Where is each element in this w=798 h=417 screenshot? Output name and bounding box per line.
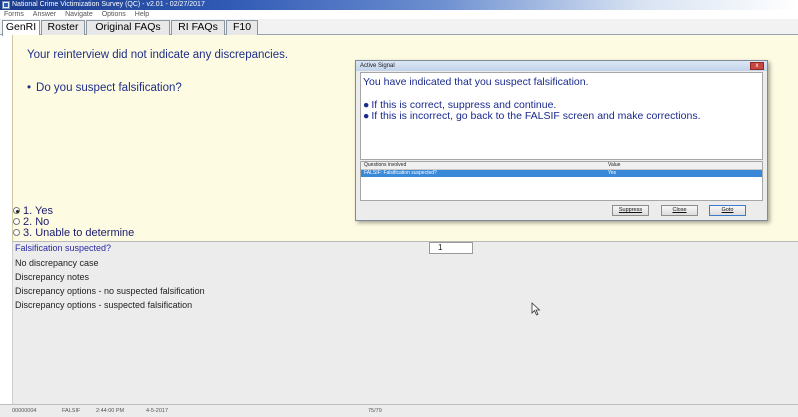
bullet-text: If this is incorrect, go back to the FAL… (371, 110, 701, 122)
menu-answer[interactable]: Answer (33, 11, 56, 18)
radio-icon[interactable] (13, 229, 20, 236)
goto-button[interactable]: Goto (709, 205, 746, 216)
menu-forms[interactable]: Forms (4, 11, 24, 18)
dialog-title: Active Signal (360, 63, 395, 69)
bullet-icon: ● (363, 110, 370, 122)
status-bar: 00000004 FALSIF 2:44:00 PM 4-5-2017 75/7… (0, 404, 798, 417)
dialog-bullet-goback: ● If this is incorrect, go back to the FA… (363, 110, 701, 122)
question-text: • Do you suspect falsification? (27, 82, 182, 94)
question-bullet: • (27, 82, 32, 94)
grid-header-questions: Questions involved (364, 162, 407, 168)
answer-option-unable[interactable]: 3. Unable to determine (13, 228, 134, 239)
window-title-bar: National Crime Victimization Survey (QC)… (0, 0, 798, 10)
grid-cell-question: FALSIF: Falsification suspected? (364, 170, 437, 176)
status-date: 4-5-2017 (146, 408, 169, 414)
suppress-button[interactable]: Suppress (612, 205, 649, 216)
grid-header-value: Value (608, 162, 621, 168)
radio-selected-icon[interactable] (13, 207, 20, 214)
field-label: Falsification suspected? (15, 243, 112, 253)
grid-cell-value: Yes (608, 170, 617, 176)
status-case-id: 00000004 (12, 408, 37, 414)
dialog-message-area: You have indicated that you suspect fals… (360, 72, 763, 160)
tab-strip: GenRI Roster Original FAQs RI FAQs F10 (0, 19, 798, 36)
intro-text: Your reinterview did not indicate any di… (27, 49, 289, 61)
menu-navigate[interactable]: Navigate (65, 11, 93, 18)
menu-options[interactable]: Options (102, 11, 126, 18)
field-discrepancy-notes[interactable]: Discrepancy notes (15, 272, 89, 282)
answer-label: 3. Unable to determine (23, 227, 135, 239)
mouse-pointer-icon (531, 302, 541, 316)
questions-involved-grid: Questions involved Value FALSIF: Falsifi… (360, 161, 763, 201)
status-page-count: 75/79 (368, 408, 382, 414)
tab-genri[interactable]: GenRI (2, 20, 40, 36)
field-discrepancy-options-falsification[interactable]: Discrepancy options - suspected falsific… (15, 300, 192, 310)
menu-bar: Forms Answer Navigate Options Help (0, 10, 798, 19)
status-time: 2:44:00 PM (96, 408, 125, 414)
tab-roster[interactable]: Roster (41, 20, 85, 35)
grid-header: Questions involved Value (361, 162, 762, 170)
field-falsification-suspected[interactable]: Falsification suspected? (15, 243, 111, 253)
window-title: National Crime Victimization Survey (QC)… (12, 1, 205, 8)
close-button[interactable]: Close (661, 205, 698, 216)
dialog-message: You have indicated that you suspect fals… (363, 76, 589, 88)
tab-original-faqs[interactable]: Original FAQs (86, 20, 170, 35)
status-field-name: FALSIF (62, 408, 81, 414)
field-no-discrepancy-case[interactable]: No discrepancy case (15, 258, 99, 268)
dialog-title-bar: Active Signal x (356, 61, 767, 71)
field-discrepancy-options-no-falsification[interactable]: Discrepancy options - no suspected falsi… (15, 286, 205, 296)
close-icon[interactable]: x (750, 62, 764, 70)
field-value-box[interactable]: 1 (429, 242, 473, 254)
grid-row[interactable]: FALSIF: Falsification suspected? Yes (361, 170, 762, 177)
app-icon (2, 1, 10, 9)
tab-f10[interactable]: F10 (226, 20, 258, 35)
radio-icon[interactable] (13, 218, 20, 225)
field-list-panel: Falsification suspected? 1 No discrepanc… (12, 242, 798, 404)
active-signal-dialog: Active Signal x You have indicated that … (355, 60, 768, 221)
menu-help[interactable]: Help (135, 11, 149, 18)
question-label: Do you suspect falsification? (36, 82, 182, 94)
tab-ri-faqs[interactable]: RI FAQs (171, 20, 225, 35)
